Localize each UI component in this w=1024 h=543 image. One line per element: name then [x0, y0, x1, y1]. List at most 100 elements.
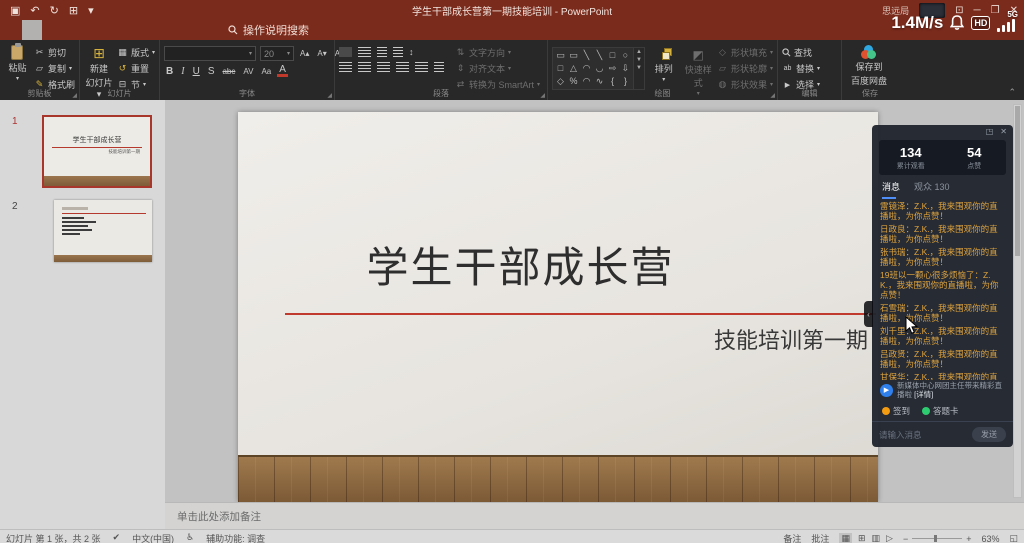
- numbering-icon[interactable]: [358, 47, 371, 57]
- shape-icon[interactable]: ◠: [580, 62, 593, 75]
- notes-pane[interactable]: 单击此处添加备注: [165, 502, 1024, 529]
- cut-button[interactable]: ✂剪切: [34, 46, 75, 59]
- shape-icon[interactable]: %: [567, 75, 580, 88]
- slide-title[interactable]: 学生干部成长营: [238, 234, 803, 295]
- bullets-icon[interactable]: [339, 47, 352, 57]
- text-shadow-button[interactable]: S: [206, 66, 217, 77]
- shape-icon[interactable]: □: [606, 49, 619, 62]
- slide-sorter-icon[interactable]: ⊞: [858, 533, 866, 543]
- ribbon-tab[interactable]: [122, 20, 142, 40]
- language-indicator[interactable]: 中文(中国): [132, 532, 174, 543]
- paste-button[interactable]: 粘贴▾: [4, 43, 31, 82]
- font-name-select[interactable]: ▾: [164, 46, 256, 61]
- shape-icon[interactable]: ◇: [554, 75, 567, 88]
- arrange-button[interactable]: 排列▾: [648, 43, 680, 83]
- zoom-in-icon[interactable]: +: [966, 534, 971, 543]
- shape-icon[interactable]: ∿: [593, 75, 606, 88]
- find-button[interactable]: 查找: [782, 46, 820, 59]
- reset-button[interactable]: ↺重置: [117, 62, 155, 75]
- gallery-more-icon[interactable]: ▼: [634, 64, 644, 72]
- comments-toggle[interactable]: 批注: [811, 532, 829, 543]
- line-spacing-icon[interactable]: ↕: [409, 47, 414, 57]
- align-center-icon[interactable]: [358, 62, 371, 72]
- spellcheck-icon[interactable]: ✔: [113, 532, 121, 543]
- shape-icon[interactable]: ◡: [593, 62, 606, 75]
- shape-icon[interactable]: ⇨: [606, 62, 619, 75]
- shape-outline-button[interactable]: ▱形状轮廓▾: [717, 62, 773, 75]
- shape-icon[interactable]: ◠: [580, 75, 593, 88]
- ribbon-tab[interactable]: [142, 20, 162, 40]
- shape-fill-button[interactable]: ◇形状填充▾: [717, 46, 773, 59]
- shapes-gallery[interactable]: ▭▭╲╲□○□△◠◡⇨⇩◇%◠∿{}: [552, 47, 634, 90]
- increase-indent-icon[interactable]: [393, 47, 403, 57]
- align-left-icon[interactable]: [339, 62, 352, 72]
- save-to-baidu-button[interactable]: 保存到 百度网盘: [846, 43, 892, 87]
- collapse-ribbon-icon[interactable]: ⌃: [1008, 87, 1016, 98]
- fit-to-window-icon[interactable]: ◱: [1009, 533, 1018, 543]
- copy-button[interactable]: ▱复制▾: [34, 62, 75, 75]
- ribbon-tab[interactable]: [202, 20, 222, 40]
- bold-button[interactable]: B: [164, 66, 175, 77]
- normal-view-icon[interactable]: ▦: [839, 533, 852, 543]
- shape-icon[interactable]: △: [567, 62, 580, 75]
- ribbon-tab[interactable]: [182, 20, 202, 40]
- font-dialog-launcher[interactable]: ◢: [327, 92, 332, 99]
- send-button[interactable]: 发送: [972, 427, 1006, 442]
- shape-icon[interactable]: ╲: [593, 49, 606, 62]
- italic-button[interactable]: I: [179, 66, 186, 77]
- scroll-up-icon[interactable]: ▲: [634, 48, 644, 56]
- slide-2-thumbnail[interactable]: [54, 200, 152, 262]
- chat-input-field[interactable]: 请输入消息: [879, 429, 966, 441]
- font-size-select[interactable]: 20▾: [260, 46, 294, 61]
- char-spacing-button[interactable]: AV: [241, 67, 255, 76]
- shape-icon[interactable]: ⇩: [619, 62, 632, 75]
- shapes-gallery-scroll[interactable]: ▲ ▼ ▼: [634, 47, 645, 90]
- chat-message-list[interactable]: 雷镜泽：Z.K.，我来围观你的直播啦，为你点赞！日政良：Z.K.，我来围观你的直…: [872, 196, 1013, 380]
- undo-icon[interactable]: ↶: [30, 4, 39, 17]
- align-text-button[interactable]: ⇕对齐文本▾: [455, 62, 540, 75]
- chat-tab-messages[interactable]: 消息: [882, 180, 900, 196]
- font-color-button[interactable]: A: [277, 65, 288, 77]
- ribbon-tab[interactable]: [162, 20, 182, 40]
- redo-icon[interactable]: ↻: [50, 4, 59, 17]
- quiz-card-button[interactable]: 答题卡: [922, 405, 959, 417]
- distribute-icon[interactable]: [415, 62, 428, 72]
- shape-icon[interactable]: ╲: [580, 49, 593, 62]
- notes-toggle[interactable]: 备注: [783, 532, 801, 543]
- slideshow-view-icon[interactable]: ▷: [886, 533, 893, 543]
- scrollbar-thumb[interactable]: [1015, 106, 1020, 256]
- ribbon-tab[interactable]: [22, 20, 42, 40]
- zoom-slider-thumb[interactable]: [934, 535, 937, 542]
- shape-icon[interactable]: ▭: [554, 49, 567, 62]
- ribbon-tab[interactable]: [2, 20, 22, 40]
- ribbon-tab[interactable]: [62, 20, 82, 40]
- slide-1-thumbnail[interactable]: 学生干部成长营 技能培训第一期: [42, 115, 152, 188]
- chat-tab-audience[interactable]: 观众 130: [914, 180, 950, 196]
- zoom-slider[interactable]: − +: [903, 534, 972, 543]
- justify-icon[interactable]: [396, 62, 409, 72]
- shrink-font-icon[interactable]: A▾: [315, 49, 328, 58]
- drawing-dialog-launcher[interactable]: ◢: [770, 92, 775, 99]
- text-direction-button[interactable]: ⇅文字方向▾: [455, 46, 540, 59]
- strikethrough-button[interactable]: abc: [220, 67, 237, 76]
- save-icon[interactable]: ▣: [10, 4, 20, 17]
- ribbon-tab[interactable]: [102, 20, 122, 40]
- underline-button[interactable]: U: [191, 66, 202, 77]
- accessibility-status[interactable]: 辅助功能: 调查: [206, 532, 265, 543]
- reading-view-icon[interactable]: ▥: [872, 533, 881, 543]
- ribbon-tab[interactable]: [82, 20, 102, 40]
- slide-subtitle[interactable]: 技能培训第一期: [714, 323, 868, 355]
- vertical-scrollbar[interactable]: [1013, 104, 1022, 498]
- ribbon-tab[interactable]: [42, 20, 62, 40]
- grow-font-icon[interactable]: A▴: [298, 49, 311, 58]
- shape-icon[interactable]: ○: [619, 49, 632, 62]
- paragraph-dialog-launcher[interactable]: ◢: [540, 92, 545, 99]
- replace-button[interactable]: ab替换▾: [782, 62, 820, 75]
- detail-link[interactable]: [详情]: [914, 390, 933, 399]
- qat-customize-icon[interactable]: ▾: [88, 4, 94, 17]
- tell-me-search[interactable]: 操作说明搜索: [228, 20, 309, 40]
- change-case-button[interactable]: Aa: [259, 67, 273, 76]
- chat-expand-icon[interactable]: ◳: [986, 127, 994, 138]
- shape-icon[interactable]: ▭: [567, 49, 580, 62]
- scroll-down-icon[interactable]: ▼: [634, 56, 644, 64]
